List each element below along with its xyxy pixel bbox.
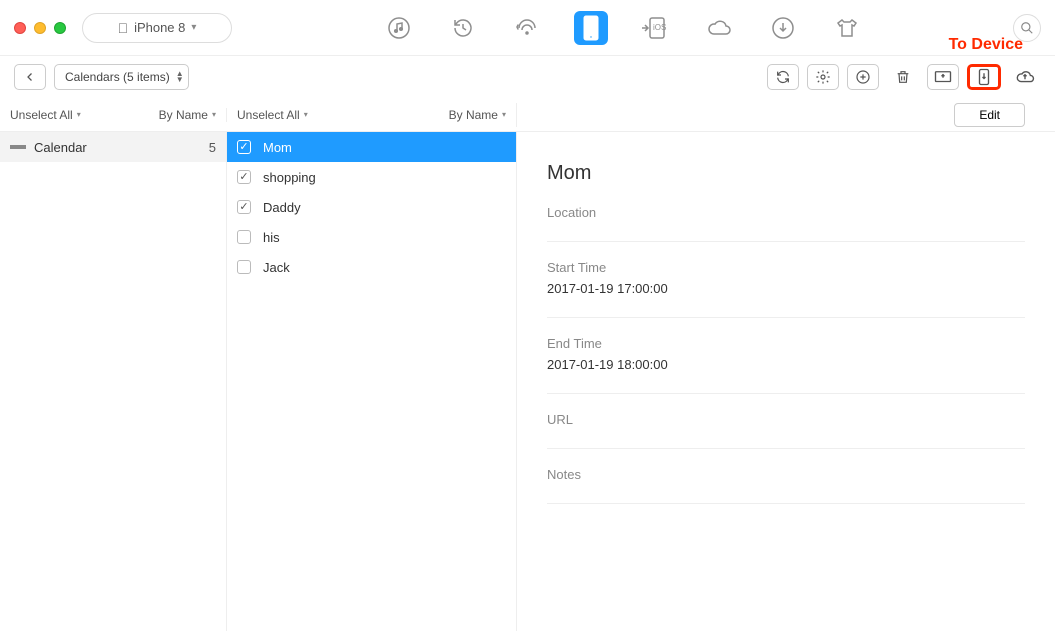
- notes-value: [547, 486, 1025, 504]
- dropdown-icon: ▾: [304, 110, 308, 119]
- end-time-value: 2017-01-19 18:00:00: [547, 357, 1025, 372]
- dropdown-icon: ▾: [212, 110, 216, 119]
- mixed-check-icon[interactable]: [10, 145, 26, 149]
- refresh-button[interactable]: [767, 64, 799, 90]
- checkbox[interactable]: [237, 170, 251, 184]
- event-label: shopping: [263, 170, 316, 185]
- dropdown-icon: ▾: [502, 110, 506, 119]
- search-button[interactable]: [1013, 14, 1041, 42]
- mid-select-toggle[interactable]: Unselect All▾: [237, 108, 308, 122]
- start-time-value: 2017-01-19 17:00:00: [547, 281, 1025, 296]
- dropdown-icon: ▾: [77, 110, 81, 119]
- calendar-label: Calendar: [34, 140, 87, 155]
- left-sort-toggle[interactable]: By Name▾: [159, 108, 216, 122]
- phone-category-icon[interactable]: [574, 11, 608, 45]
- end-time-label: End Time: [547, 336, 1025, 351]
- event-label: his: [263, 230, 280, 245]
- detail-title: Mom: [547, 162, 1025, 185]
- music-category-icon[interactable]: [382, 11, 416, 45]
- calendar-row[interactable]: Calendar 5: [0, 132, 226, 162]
- download-category-icon[interactable]: [766, 11, 800, 45]
- content-body: Calendar 5 Mom shopping Daddy his Jack M…: [0, 132, 1055, 631]
- event-label: Mom: [263, 140, 292, 155]
- checkbox[interactable]: [237, 230, 251, 244]
- breadcrumb-dropdown[interactable]: Calendars (5 items) ▲▼: [54, 64, 189, 90]
- event-row[interactable]: Mom: [227, 132, 516, 162]
- location-label: Location: [547, 205, 1025, 220]
- back-button[interactable]: [14, 64, 46, 90]
- chevron-down-icon: ▾: [191, 22, 196, 33]
- delete-button[interactable]: [887, 64, 919, 90]
- url-value: [547, 431, 1025, 449]
- tshirt-category-icon[interactable]: [830, 11, 864, 45]
- sort-arrows-icon: ▲▼: [176, 71, 184, 83]
- add-button[interactable]: [847, 64, 879, 90]
- to-computer-button[interactable]: [927, 64, 959, 90]
- column-headers: Unselect All▾ By Name▾ Unselect All▾ By …: [0, 98, 1055, 132]
- breadcrumb-label: Calendars (5 items): [65, 70, 170, 84]
- checkbox[interactable]: [237, 260, 251, 274]
- calendar-count: 5: [209, 140, 216, 155]
- history-category-icon[interactable]: [446, 11, 480, 45]
- top-toolbar:  iPhone 8 ▾ iOS To Device: [0, 0, 1055, 56]
- to-ios-icon[interactable]: iOS: [638, 11, 672, 45]
- event-row[interactable]: Jack: [227, 252, 516, 282]
- to-cloud-button[interactable]: [1009, 64, 1041, 90]
- event-label: Jack: [263, 260, 290, 275]
- minimize-window-button[interactable]: [34, 22, 46, 34]
- maximize-window-button[interactable]: [54, 22, 66, 34]
- mid-sort-toggle[interactable]: By Name▾: [449, 108, 506, 122]
- event-list-column: Mom shopping Daddy his Jack: [226, 132, 516, 631]
- device-name: iPhone 8: [134, 20, 185, 35]
- event-row[interactable]: his: [227, 222, 516, 252]
- checkbox[interactable]: [237, 200, 251, 214]
- wifi-transfer-icon[interactable]: [510, 11, 544, 45]
- location-value: [547, 224, 1025, 242]
- to-device-button[interactable]: [967, 64, 1001, 90]
- category-toolbar: iOS: [232, 11, 1013, 45]
- start-time-label: Start Time: [547, 260, 1025, 275]
- event-label: Daddy: [263, 200, 301, 215]
- svg-text:iOS: iOS: [653, 23, 666, 32]
- notes-label: Notes: [547, 467, 1025, 482]
- device-selector[interactable]:  iPhone 8 ▾: [82, 13, 232, 43]
- apple-logo-icon: : [118, 20, 129, 36]
- window-controls: [14, 22, 66, 34]
- edit-button[interactable]: Edit: [954, 103, 1025, 127]
- url-label: URL: [547, 412, 1025, 427]
- left-select-toggle[interactable]: Unselect All▾: [10, 108, 81, 122]
- calendar-list-column: Calendar 5: [0, 132, 226, 631]
- event-row[interactable]: shopping: [227, 162, 516, 192]
- close-window-button[interactable]: [14, 22, 26, 34]
- cloud-category-icon[interactable]: [702, 11, 736, 45]
- event-row[interactable]: Daddy: [227, 192, 516, 222]
- action-toolbar: Calendars (5 items) ▲▼: [0, 56, 1055, 98]
- detail-panel: Mom Location Start Time 2017-01-19 17:00…: [516, 132, 1055, 631]
- checkbox[interactable]: [237, 140, 251, 154]
- settings-button[interactable]: [807, 64, 839, 90]
